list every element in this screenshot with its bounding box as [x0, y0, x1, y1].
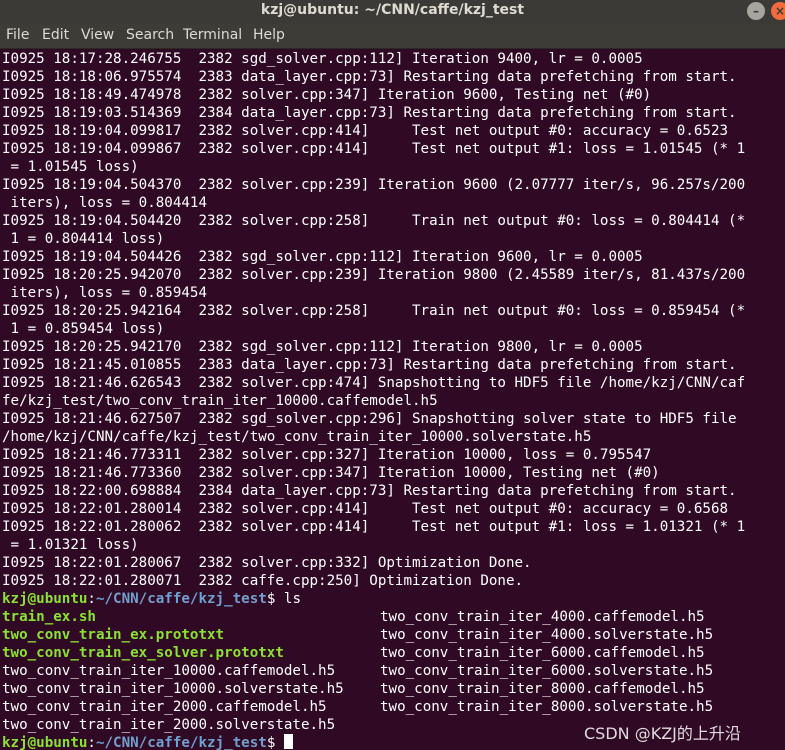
log-line: iters), loss = 0.859454 — [2, 285, 207, 301]
prompt-user-host: kzj@ubuntu — [2, 735, 88, 750]
close-button[interactable]: × — [771, 2, 785, 20]
log-line: I0925 18:21:46.773360 2382 solver.cpp:34… — [2, 465, 660, 481]
ls-entry: train_ex.sh — [2, 609, 96, 625]
log-line: I0925 18:22:01.280067 2382 solver.cpp:33… — [2, 555, 532, 571]
ls-entry: two_conv_train_iter_4000.solverstate.h5 — [380, 627, 714, 643]
prompt-path: ~/CNN/caffe/kzj_test — [95, 735, 267, 750]
ls-entry: two_conv_train_ex_solver.prototxt — [2, 645, 284, 661]
log-line: 1 = 0.804414 loss) — [2, 231, 165, 247]
menu-edit[interactable]: Edit — [42, 27, 69, 43]
log-line: I0925 18:20:25.942164 2382 solver.cpp:25… — [2, 303, 746, 319]
ls-entry: two_conv_train_iter_8000.solverstate.h5 — [380, 699, 714, 715]
terminal-output[interactable]: I0925 18:17:28.246755 2382 sgd_solver.cp… — [2, 50, 785, 750]
log-line: I0925 18:21:46.626543 2382 solver.cpp:47… — [2, 375, 746, 391]
log-line: I0925 18:19:04.504420 2382 solver.cpp:25… — [2, 213, 746, 229]
command-text: ls — [283, 591, 301, 607]
ls-entry: two_conv_train_iter_8000.caffemodel.h5 — [380, 681, 705, 697]
log-line: = 1.01545 loss) — [2, 159, 139, 175]
text-cursor[interactable] — [283, 734, 293, 749]
log-line: I0925 18:22:01.280014 2382 solver.cpp:41… — [2, 501, 729, 517]
window-title: kzj@ubuntu: ~/CNN/caffe/kzj_test — [260, 2, 525, 18]
csdn-watermark: CSDN @KZJ的上升沿 — [584, 724, 741, 743]
prompt-line: kzj@ubuntu:~/CNN/caffe/kzj_test$ — [2, 734, 293, 750]
log-line: I0925 18:19:03.514369 2384 data_layer.cp… — [2, 105, 737, 121]
prompt-separator: : — [87, 591, 96, 607]
ls-entry: two_conv_train_ex.prototxt — [2, 627, 225, 643]
log-line: I0925 18:18:49.474978 2382 solver.cpp:34… — [2, 87, 652, 103]
prompt-symbol: $ — [266, 735, 284, 750]
menu-help[interactable]: Help — [253, 27, 285, 43]
log-line: I0925 18:21:46.627507 2382 sgd_solver.cp… — [2, 411, 737, 427]
log-line: I0925 18:18:06.975574 2383 data_layer.cp… — [2, 69, 737, 85]
log-line: /home/kzj/CNN/caffe/kzj_test/two_conv_tr… — [2, 429, 592, 445]
terminal-window: kzj@ubuntu: ~/CNN/caffe/kzj_test – × Fil… — [0, 0, 785, 750]
log-line: 1 = 0.859454 loss) — [2, 321, 165, 337]
ls-entry: two_conv_train_iter_10000.caffemodel.h5 — [2, 663, 336, 679]
minimize-button[interactable]: – — [747, 2, 765, 20]
prompt-line: kzj@ubuntu:~/CNN/caffe/kzj_test$ ls — [2, 590, 301, 608]
log-line: I0925 18:20:25.942170 2382 sgd_solver.cp… — [2, 339, 643, 355]
log-line: I0925 18:20:25.942070 2382 solver.cpp:23… — [2, 267, 746, 283]
menu-file[interactable]: File — [6, 27, 29, 43]
menu-search[interactable]: Search — [126, 27, 174, 43]
log-line: fe/kzj_test/two_conv_train_iter_10000.ca… — [2, 393, 438, 409]
window-controls: – × — [747, 2, 785, 20]
log-line: I0925 18:21:46.773311 2382 solver.cpp:32… — [2, 447, 652, 463]
prompt-separator: : — [87, 735, 96, 750]
log-line: I0925 18:19:04.099867 2382 solver.cpp:41… — [2, 141, 746, 157]
ls-entry: two_conv_train_iter_6000.solverstate.h5 — [380, 663, 714, 679]
prompt-symbol: $ — [266, 591, 284, 607]
ls-entry: two_conv_train_iter_2000.caffemodel.h5 — [2, 699, 327, 715]
ls-entry: two_conv_train_iter_2000.solverstate.h5 — [2, 717, 336, 733]
prompt-user-host: kzj@ubuntu — [2, 591, 88, 607]
log-line: iters), loss = 0.804414 — [2, 195, 207, 211]
menu-terminal[interactable]: Terminal — [183, 27, 242, 43]
log-line: = 1.01321 loss) — [2, 537, 139, 553]
log-line: I0925 18:17:28.246755 2382 sgd_solver.cp… — [2, 51, 643, 67]
ls-entry: two_conv_train_iter_6000.caffemodel.h5 — [380, 645, 705, 661]
log-line: I0925 18:22:01.280062 2382 solver.cpp:41… — [2, 519, 746, 535]
log-line: I0925 18:21:45.010855 2383 data_layer.cp… — [2, 357, 737, 373]
log-line: I0925 18:22:01.280071 2382 caffe.cpp:250… — [2, 573, 524, 589]
log-line: I0925 18:19:04.504426 2382 sgd_solver.cp… — [2, 249, 643, 265]
ls-entry: two_conv_train_iter_4000.caffemodel.h5 — [380, 609, 705, 625]
log-line: I0925 18:22:00.698884 2384 data_layer.cp… — [2, 483, 737, 499]
menu-view[interactable]: View — [81, 27, 114, 43]
menu-bar: File Edit View Search Terminal Help — [0, 24, 785, 49]
prompt-path: ~/CNN/caffe/kzj_test — [95, 591, 267, 607]
ls-entry: two_conv_train_iter_10000.solverstate.h5 — [2, 681, 344, 697]
log-line: I0925 18:19:04.099817 2382 solver.cpp:41… — [2, 123, 729, 139]
log-line: I0925 18:19:04.504370 2382 solver.cpp:23… — [2, 177, 746, 193]
window-titlebar[interactable]: kzj@ubuntu: ~/CNN/caffe/kzj_test – × — [0, 0, 785, 24]
